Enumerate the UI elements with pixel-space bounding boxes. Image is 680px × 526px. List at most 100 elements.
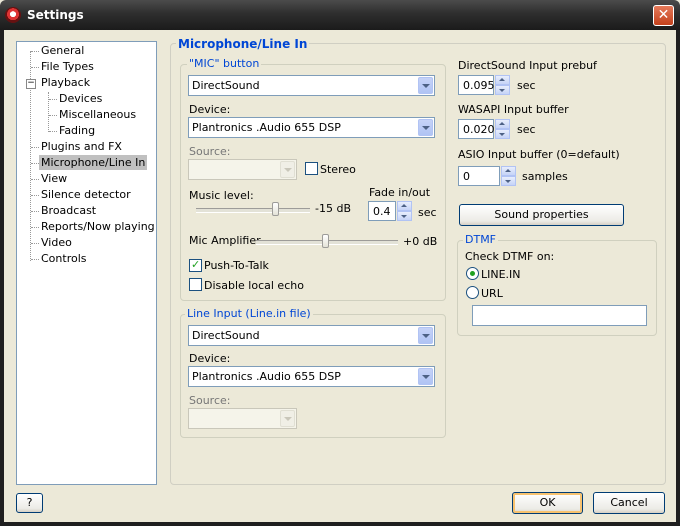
close-button[interactable]: ✕ xyxy=(653,5,674,26)
line-device-select[interactable]: Plantronics .Audio 655 DSP xyxy=(188,366,435,387)
cancel-button[interactable]: Cancel xyxy=(593,492,665,514)
line-source-select[interactable] xyxy=(188,408,297,429)
line-source-label: Source: xyxy=(189,394,231,407)
fade-input[interactable]: 0.4 xyxy=(368,201,396,221)
ds-prebuf-unit: sec xyxy=(517,79,536,92)
tree-connector xyxy=(31,67,39,68)
mic-source-select[interactable] xyxy=(188,159,297,180)
asio-spinner[interactable] xyxy=(501,166,516,186)
spin-up-icon[interactable] xyxy=(495,75,510,85)
ds-prebuf-value: 0.095 xyxy=(463,79,495,92)
push-to-talk-label: Push-To-Talk xyxy=(204,259,269,272)
asio-input[interactable]: 0 xyxy=(458,166,500,186)
spin-up-icon[interactable] xyxy=(397,201,412,211)
asio-unit: samples xyxy=(522,170,568,183)
wasapi-unit: sec xyxy=(517,123,536,136)
help-button[interactable]: ? xyxy=(16,493,43,513)
stereo-checkbox[interactable] xyxy=(305,162,318,175)
tree-item-broadcast[interactable]: Broadcast xyxy=(39,203,98,218)
ds-prebuf-label: DirectSound Input prebuf xyxy=(458,59,597,72)
tree-item-miscellaneous[interactable]: Miscellaneous xyxy=(57,107,138,122)
tree-item-reports[interactable]: Reports/Now playing xyxy=(39,219,157,234)
fade-unit: sec xyxy=(418,206,437,219)
ds-prebuf-input[interactable]: 0.095 xyxy=(458,75,495,95)
mic-driver-select[interactable]: DirectSound xyxy=(188,75,435,96)
mic-device-value: Plantronics .Audio 655 DSP xyxy=(192,121,341,134)
chevron-down-icon xyxy=(280,161,295,178)
dtmf-url-radio[interactable] xyxy=(466,286,479,299)
mic-amp-label: Mic Amplifier xyxy=(189,234,261,247)
dtmf-line-in-radio[interactable] xyxy=(466,267,479,280)
dtmf-check-label: Check DTMF on: xyxy=(465,250,555,263)
tree-connector xyxy=(31,243,39,244)
tree-item-general[interactable]: General xyxy=(39,43,86,58)
chevron-down-icon xyxy=(418,368,433,385)
tree-item-plugins-fx[interactable]: Plugins and FX xyxy=(39,139,124,154)
spin-down-icon[interactable] xyxy=(495,129,510,139)
fade-spinner[interactable] xyxy=(397,201,412,221)
tree-item-playback[interactable]: Playback xyxy=(39,75,92,90)
music-level-thumb[interactable] xyxy=(271,202,279,216)
spin-down-icon[interactable] xyxy=(495,85,510,95)
disable-echo-label: Disable local echo xyxy=(204,279,304,292)
mic-device-label: Device: xyxy=(189,103,231,116)
tree-connector xyxy=(31,227,39,228)
dtmf-group-title: DTMF xyxy=(463,233,499,246)
tree-connector xyxy=(31,179,39,180)
chevron-down-icon xyxy=(280,410,295,427)
mic-driver-value: DirectSound xyxy=(192,79,260,92)
tree-connector xyxy=(49,115,57,116)
stereo-label: Stereo xyxy=(320,163,356,176)
tree-connector xyxy=(31,259,39,260)
tree-connector xyxy=(48,92,49,132)
chevron-down-icon xyxy=(418,77,433,94)
music-level-slider[interactable] xyxy=(196,208,310,213)
spin-down-icon[interactable] xyxy=(501,176,516,186)
settings-tree[interactable]: General File Types − Playback Devices Mi… xyxy=(16,41,157,485)
asio-value: 0 xyxy=(463,170,470,183)
tree-connector xyxy=(31,51,39,52)
spin-down-icon[interactable] xyxy=(397,211,412,221)
collapse-icon[interactable]: − xyxy=(26,79,36,89)
wasapi-input[interactable]: 0.020 xyxy=(458,119,495,139)
tree-item-view[interactable]: View xyxy=(39,171,69,186)
music-level-value: -15 dB xyxy=(315,202,351,215)
chevron-down-icon xyxy=(418,119,433,136)
spin-up-icon[interactable] xyxy=(501,166,516,176)
mic-device-select[interactable]: Plantronics .Audio 655 DSP xyxy=(188,117,435,138)
tree-connector xyxy=(49,131,57,132)
mic-group-title: "MIC" button xyxy=(187,57,262,70)
disable-echo-checkbox[interactable] xyxy=(189,278,202,291)
title-bar xyxy=(0,0,680,30)
dtmf-line-in-label: LINE.IN xyxy=(481,268,521,281)
spin-up-icon[interactable] xyxy=(495,119,510,129)
window-frame-right xyxy=(676,30,680,526)
tree-item-devices[interactable]: Devices xyxy=(57,91,104,106)
mic-amp-thumb[interactable] xyxy=(322,234,330,248)
tree-item-silence-detector[interactable]: Silence detector xyxy=(39,187,133,202)
line-driver-select[interactable]: DirectSound xyxy=(188,325,435,346)
tree-connector xyxy=(31,147,39,148)
push-to-talk-checkbox[interactable] xyxy=(189,258,202,272)
sound-properties-button[interactable]: Sound properties xyxy=(459,204,624,226)
ds-prebuf-spinner[interactable] xyxy=(495,75,510,95)
tree-item-video[interactable]: Video xyxy=(39,235,74,250)
fade-value: 0.4 xyxy=(373,205,391,218)
tree-item-controls[interactable]: Controls xyxy=(39,251,89,266)
tree-item-file-types[interactable]: File Types xyxy=(39,59,96,74)
line-group-title: Line Input (Line.in file) xyxy=(185,307,313,320)
panel-title: Microphone/Line In xyxy=(176,37,310,51)
wasapi-label: WASAPI Input buffer xyxy=(458,103,569,116)
window-frame-bottom xyxy=(0,522,680,526)
wasapi-spinner[interactable] xyxy=(495,119,510,139)
asio-label: ASIO Input buffer (0=default) xyxy=(458,148,620,161)
ok-button[interactable]: OK xyxy=(512,492,583,514)
chevron-down-icon xyxy=(418,327,433,344)
tree-item-fading[interactable]: Fading xyxy=(57,123,97,138)
tree-connector xyxy=(49,99,57,100)
tree-item-microphone-line-in[interactable]: Microphone/Line In xyxy=(39,155,148,170)
dtmf-url-label: URL xyxy=(481,287,503,300)
line-device-value: Plantronics .Audio 655 DSP xyxy=(192,370,341,383)
fade-label: Fade in/out xyxy=(369,186,431,199)
dtmf-url-input[interactable] xyxy=(472,305,647,326)
